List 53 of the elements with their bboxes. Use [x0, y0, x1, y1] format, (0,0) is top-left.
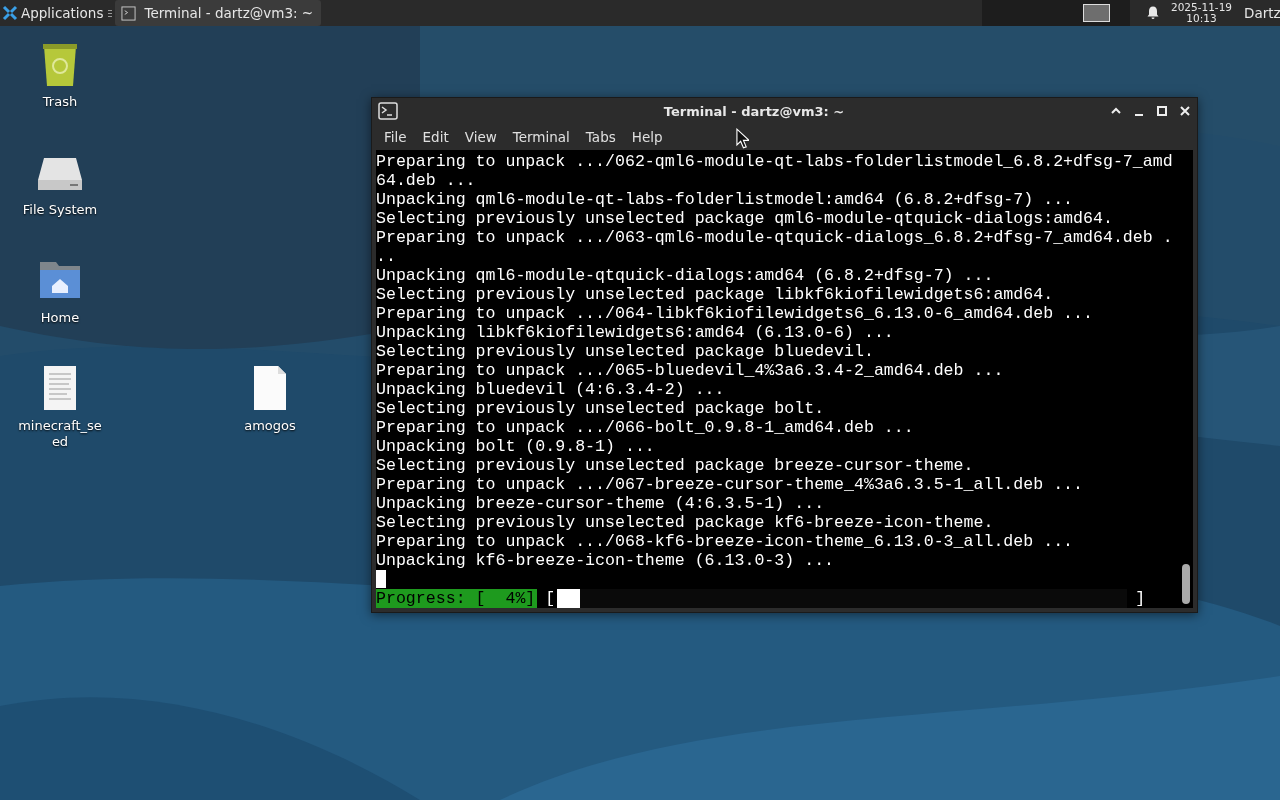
terminal-line: Unpacking qml6-module-qt-labs-folderlistmodel:amd64 (6.8.2+dfsg-7) ... [376, 190, 1075, 209]
desktop-icon-label[interactable]: File System [22, 202, 98, 218]
terminal-line: .. [376, 247, 397, 266]
desktop-icon-label[interactable]: minecraft_se ed [18, 418, 102, 450]
desktop-icon-label[interactable]: Home [40, 310, 80, 326]
terminal-line: Preparing to unpack .../068-kf6-breeze-icon-theme_6.13.0-3_all.deb ... [376, 532, 1075, 551]
desktop-icon-label[interactable]: amogos [244, 418, 296, 434]
workspace-switcher[interactable] [981, 0, 1130, 26]
terminal-line: Preparing to unpack .../064-libkf6kiofilewidgets6_6.13.0-6_amd64.deb ... [376, 304, 1094, 323]
progress-bracket: ] [1134, 589, 1147, 608]
window-title: Terminal - dartz@vm3: ~ [662, 103, 846, 119]
terminal-line: Unpacking bluedevil (4:6.3.4-2) ... [376, 380, 726, 399]
terminal-line: Preparing to unpack .../063-qml6-module-qtquick-dialogs_6.8.2+dfsg-7_amd64.deb . [376, 228, 1174, 247]
clock-time: 10:13 [1186, 13, 1217, 24]
terminal-line: Unpacking qml6-module-qtquick-dialogs:amd64 (6.8.2+dfsg-7) ... [376, 266, 995, 285]
menu-item[interactable]: Help [623, 129, 671, 145]
terminal-line: Selecting previously unselected package bolt. [376, 399, 826, 418]
mouse-pointer-icon [736, 128, 749, 149]
terminal-line: Preparing to unpack .../066-bolt_0.9.8-1_amd64.deb ... [376, 418, 915, 437]
clock-date: 2025-11-19 [1170, 2, 1232, 13]
menu-item[interactable]: Edit [414, 129, 457, 145]
terminal-line: Unpacking kf6-breeze-icon-theme (6.13.0-3) ... [376, 551, 836, 570]
user-name[interactable]: Dartz [1244, 5, 1280, 21]
menu-item[interactable]: File [376, 129, 415, 145]
clock[interactable]: 2025-11-19 10:13 [1170, 2, 1232, 24]
terminal-line: Selecting previously unselected package libkf6kiofilewidgets6:amd64. [376, 285, 1055, 304]
progress-bracket: [ [544, 589, 557, 608]
terminal-line: Unpacking breeze-cursor-theme (4:6.3.5-1) ... [376, 494, 826, 513]
terminal-line: Preparing to unpack .../065-bluedevil_4%3a6.3.4-2_amd64.deb ... [376, 361, 1005, 380]
terminal-icon [378, 102, 398, 120]
terminal-icon [121, 5, 137, 21]
maximize-button[interactable] [1156, 105, 1168, 117]
terminal-line: Preparing to unpack .../062-qml6-module-qt-labs-folderlistmodel_6.8.2+dfsg-7_amd [376, 152, 1174, 171]
progress-label: Progress: [ 4%] [376, 589, 538, 608]
terminal-line: Selecting previously unselected package breeze-cursor-theme. [376, 456, 975, 475]
menu-item[interactable]: Terminal [504, 129, 578, 145]
close-button[interactable] [1179, 105, 1191, 117]
terminal-line: Selecting previously unselected package kf6-breeze-icon-theme. [376, 513, 995, 532]
terminal-line: Selecting previously unselected package bluedevil. [376, 342, 875, 361]
menu-item[interactable]: Tabs [577, 129, 624, 145]
terminal-line: Selecting previously unselected package qml6-module-qtquick-dialogs:amd64. [376, 209, 1114, 228]
terminal-line: 64.deb ... [376, 171, 477, 190]
menu-item[interactable]: View [456, 129, 505, 145]
taskbar-window-button[interactable]: Terminal - dartz@vm3: ~ [115, 0, 322, 26]
terminal-line: Unpacking libkf6kiofilewidgets6:amd64 (6.13.0-6) ... [376, 323, 895, 342]
applications-menu-button[interactable]: Applications [0, 0, 106, 26]
workspace-thumbnail[interactable] [1082, 4, 1110, 22]
desktop-icon-label[interactable]: Trash [42, 94, 78, 110]
scrollbar-thumb[interactable] [1182, 564, 1190, 604]
app-menu-logo-icon [2, 5, 18, 21]
text-cursor [376, 570, 386, 588]
terminal-line: Unpacking bolt (0.9.8-1) ... [376, 437, 656, 456]
terminal-line: Preparing to unpack .../067-breeze-cursor-theme_4%3a6.3.5-1_all.deb ... [376, 475, 1084, 494]
